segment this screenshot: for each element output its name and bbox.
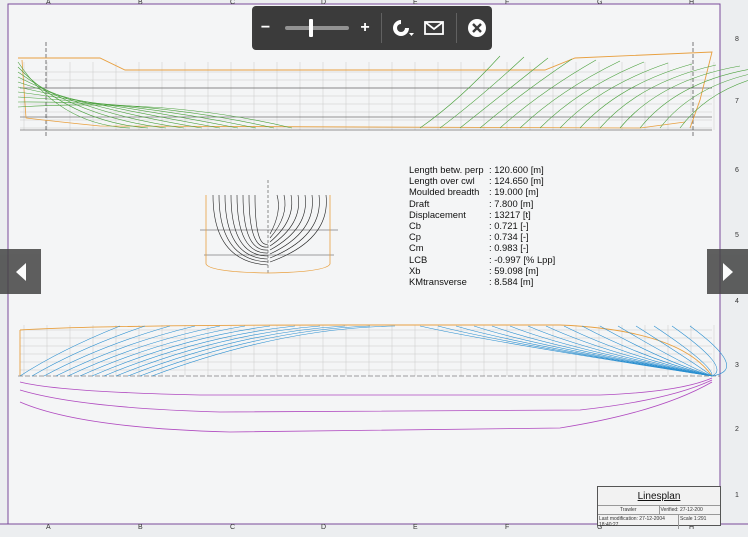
hydrostatics-row: Length over cwl : 124.650 [m]	[409, 175, 555, 186]
linesplan-svg	[0, 3, 748, 525]
hydrostatics-table: Length betw. perp: 120.600 [m] Length ove…	[409, 164, 555, 287]
hydrostatics-label: Moulded breadth	[409, 186, 480, 198]
hydrostatics-value: : 19.000 [m]	[489, 186, 539, 198]
close-icon	[468, 19, 487, 37]
hydrostatics-row: Cb : 0.721 [-]	[409, 220, 555, 231]
chevron-left-icon	[15, 262, 26, 281]
grid-row-label: 5	[735, 232, 739, 239]
grid-row-label: 2	[735, 426, 739, 433]
refresh-icon	[393, 20, 415, 36]
grid-column-label: B	[138, 0, 143, 6]
hydrostatics-label: Cp	[409, 231, 421, 243]
grid-column-label: C	[230, 0, 236, 6]
title-block: Linesplan Trawler Verified: 27-12-200 La…	[597, 486, 721, 529]
close-button[interactable]	[463, 18, 492, 38]
hydrostatics-label: Displacement	[409, 208, 466, 220]
hydrostatics-value: : 0.734 [-]	[489, 231, 529, 243]
hydrostatics-row: Displacement : 13217 [t]	[409, 209, 555, 220]
mail-icon	[424, 21, 445, 35]
chevron-right-icon	[722, 262, 733, 281]
hydrostatics-value: : 0.983 [-]	[489, 242, 529, 254]
toolbar-divider	[455, 13, 457, 43]
grid-column-label: D	[321, 524, 327, 531]
linesplan-drawing: ABCDEFGH ABCDEFGH 87654321 Length betw. …	[0, 0, 748, 532]
sheet-border	[7, 3, 721, 525]
hydrostatics-value: : 0.721 [-]	[489, 220, 529, 232]
grid-row-label: 1	[735, 492, 739, 499]
zoom-in-icon: +	[360, 19, 370, 36]
email-button[interactable]	[419, 21, 450, 35]
hydrostatics-value: : -0.997 [% Lpp]	[489, 253, 556, 265]
hydrostatics-value: : 7.800 [m]	[489, 197, 534, 209]
grid-column-label: G	[597, 0, 603, 6]
zoom-out-icon: −	[260, 19, 271, 36]
grid-row-label: 7	[735, 98, 739, 105]
grid-row-label: 4	[735, 298, 739, 305]
hydrostatics-label: KMtransverse	[409, 276, 467, 288]
hydrostatics-value: : 13217 [t]	[489, 208, 531, 220]
hydrostatics-value: : 8.584 [m]	[489, 276, 534, 288]
hydrostatics-row: Xb : 59.098 [m]	[409, 265, 555, 276]
zoom-in-button[interactable]: +	[355, 19, 374, 37]
hydrostatics-label: Length over cwl	[409, 175, 475, 187]
title-block-subtitle: Trawler	[620, 507, 637, 513]
hydrostatics-label: LCB	[409, 253, 428, 265]
zoom-out-button[interactable]: −	[252, 19, 279, 37]
zoom-slider-thumb[interactable]	[308, 19, 313, 37]
grid-row-label: 6	[735, 167, 739, 174]
hydrostatics-label: Draft	[409, 197, 430, 209]
grid-row-label: 3	[735, 362, 739, 369]
hydrostatics-row: Cm : 0.983 [-]	[409, 242, 555, 253]
title-block-verified: Verified: 27-12-200	[658, 506, 721, 514]
previous-button[interactable]	[0, 249, 41, 294]
hydrostatics-value: : 120.600 [m]	[489, 164, 544, 175]
hydrostatics-row: Length betw. perp : 120.600 [m]	[409, 164, 555, 175]
hydrostatics-label: Xb	[409, 264, 421, 276]
zoom-slider[interactable]	[285, 19, 350, 37]
grid-column-label: F	[505, 0, 510, 6]
grid-column-label: E	[413, 524, 418, 531]
grid-column-label: C	[230, 524, 236, 531]
hydrostatics-label: Cm	[409, 242, 424, 254]
hydrostatics-label: Cb	[409, 220, 421, 232]
hydrostatics-row: KMtransverse : 8.584 [m]	[409, 276, 555, 287]
grid-row-label: 8	[735, 36, 739, 43]
refresh-button[interactable]	[388, 17, 419, 39]
hydrostatics-row: LCB : -0.997 [% Lpp]	[409, 254, 555, 265]
grid-column-label: F	[505, 524, 510, 531]
hydrostatics-label: Length betw. perp	[409, 164, 484, 175]
hydrostatics-row: Draft : 7.800 [m]	[409, 198, 555, 209]
viewer-toolbar: − +	[252, 6, 492, 50]
grid-column-label: B	[138, 524, 143, 531]
grid-column-label: A	[46, 0, 51, 6]
hydrostatics-value: : 59.098 [m]	[489, 264, 539, 276]
hydrostatics-row: Cp : 0.734 [-]	[409, 231, 555, 242]
next-button[interactable]	[707, 249, 748, 294]
hydrostatics-row: Moulded breadth : 19.000 [m]	[409, 186, 555, 197]
title-block-scale: Scale 1:291	[678, 515, 720, 529]
title-block-title: Linesplan	[637, 491, 681, 502]
grid-column-label: A	[46, 524, 51, 531]
hydrostatics-value: : 124.650 [m]	[489, 175, 544, 187]
title-block-last-modification: Last modification: 27-12-2004 18:40:27	[599, 516, 665, 528]
grid-column-label: H	[689, 0, 695, 6]
toolbar-divider	[380, 13, 382, 43]
